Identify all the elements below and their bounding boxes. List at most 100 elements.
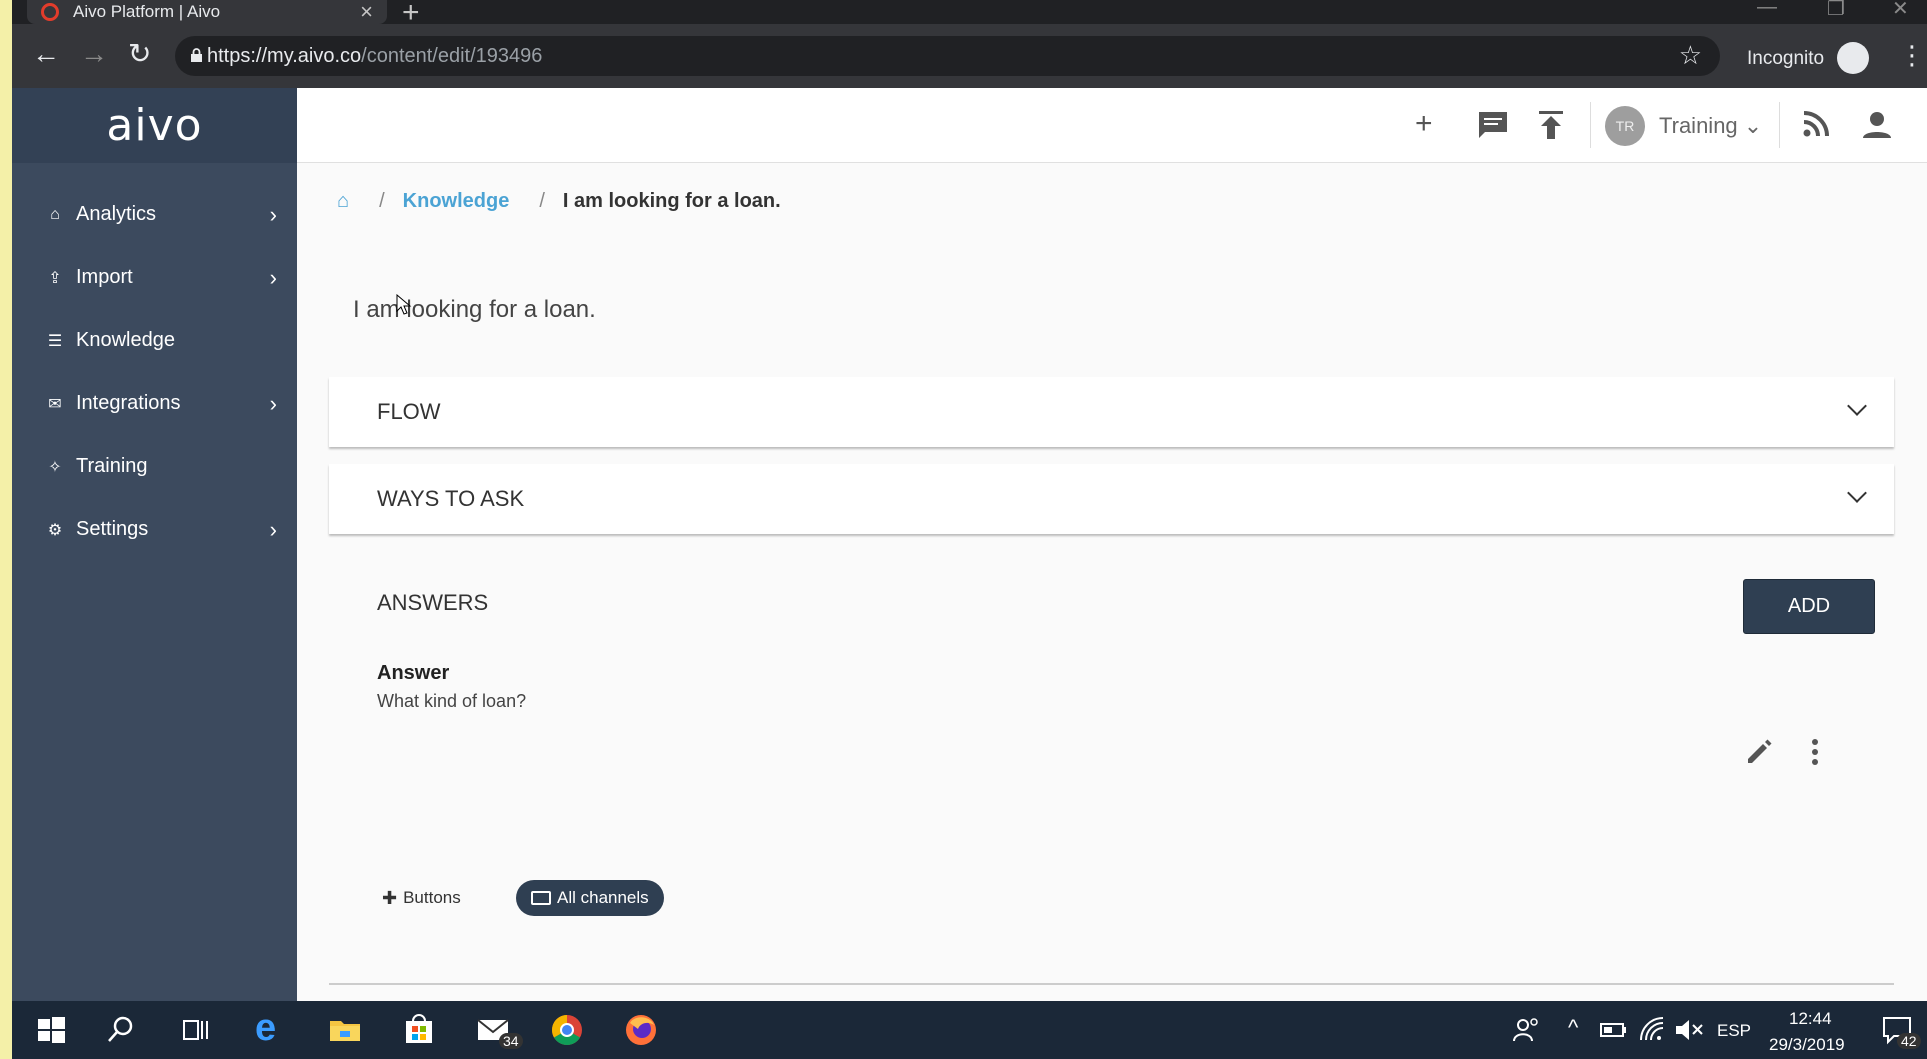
sidebar-item-knowledge[interactable]: ☰ Knowledge	[12, 309, 297, 372]
show-hidden-icons-icon[interactable]: ^	[1568, 1015, 1578, 1041]
divider	[329, 983, 1894, 985]
answer-text: What kind of loan?	[377, 691, 527, 711]
answer-label: Answer	[377, 662, 450, 684]
chat-icon[interactable]	[1477, 110, 1509, 140]
sidebar: aivo ⌂ Analytics › ⇪ Import › ☰ Knowledg…	[12, 88, 297, 1001]
chevron-right-icon: ›	[269, 516, 277, 542]
firefox-icon[interactable]	[624, 1013, 658, 1047]
clock-date[interactable]: 29/3/2019	[1769, 1035, 1845, 1055]
sidebar-item-label: Settings	[76, 518, 149, 540]
chevron-down-icon	[1847, 483, 1867, 503]
more-options-icon[interactable]	[1800, 737, 1830, 767]
browser-menu-icon[interactable]: ⋮	[1899, 40, 1925, 71]
sidebar-item-label: Import	[76, 266, 133, 288]
incognito-icon[interactable]	[1837, 42, 1869, 74]
forward-icon[interactable]: →	[80, 38, 108, 70]
volume-muted-icon[interactable]	[1672, 1013, 1706, 1047]
lock-icon	[191, 48, 202, 62]
sidebar-item-integrations[interactable]: ✉ Integrations ›	[12, 372, 297, 435]
pencil-icon[interactable]	[1744, 737, 1774, 767]
sidebar-item-label: Training	[76, 455, 148, 477]
breadcrumb-current: I am looking for a loan.	[562, 190, 781, 212]
sidebar-item-label: Integrations	[76, 392, 181, 414]
screen: Aivo Platform | Aivo × + — ❐ ✕ ← → ↻ htt…	[12, 0, 1927, 1059]
people-icon[interactable]	[1509, 1013, 1543, 1047]
url-path: /content/edit/193496	[361, 44, 543, 67]
chevron-right-icon: ›	[269, 390, 277, 416]
app-topbar: + TR Training ⌄	[297, 88, 1927, 163]
mouse-cursor-icon	[396, 294, 412, 315]
logo-area[interactable]: aivo	[12, 88, 297, 163]
project-name: Training	[1659, 113, 1738, 138]
windows-taskbar: e 34 ^ ESP 12:44 29/3/2019 42	[12, 1001, 1927, 1059]
home-icon[interactable]: ⌂	[337, 190, 349, 213]
flow-panel[interactable]: FLOW	[329, 377, 1894, 447]
home-icon: ⌂	[50, 205, 60, 223]
bookmark-star-icon[interactable]: ☆	[1679, 40, 1702, 71]
sidebar-item-training[interactable]: ✧ Training	[12, 435, 297, 498]
wifi-icon[interactable]	[1637, 1013, 1671, 1047]
sidebar-item-analytics[interactable]: ⌂ Analytics ›	[12, 183, 297, 246]
reload-icon[interactable]: ↻	[128, 38, 151, 70]
answers-title: ANSWERS	[377, 590, 489, 615]
search-icon[interactable]	[104, 1013, 138, 1047]
edge-icon[interactable]: e	[255, 1007, 289, 1049]
upload-icon: ⇪	[48, 269, 62, 287]
windows-start-icon[interactable]	[34, 1013, 68, 1047]
chevron-down-icon: ⌄	[1743, 113, 1763, 138]
store-icon[interactable]	[402, 1013, 436, 1047]
chevron-right-icon: ›	[269, 201, 277, 227]
all-channels-chip[interactable]: All channels	[516, 880, 664, 916]
user-icon[interactable]	[1862, 110, 1892, 140]
panel-label: WAYS TO ASK	[377, 486, 525, 511]
browser-toolbar: ← → ↻ https://my.aivo.co/content/edit/19…	[12, 24, 1927, 88]
task-view-icon[interactable]	[178, 1013, 212, 1047]
gear-icon: ⚙	[47, 521, 63, 539]
page-title[interactable]: I am looking for a loan.	[353, 296, 596, 324]
incognito-label: Incognito	[1747, 48, 1825, 69]
sidebar-item-import[interactable]: ⇪ Import ›	[12, 246, 297, 309]
avatar[interactable]: TR	[1605, 106, 1645, 146]
sidebar-item-settings[interactable]: ⚙ Settings ›	[12, 498, 297, 561]
devices-icon	[531, 891, 551, 905]
address-bar[interactable]: https://my.aivo.co/content/edit/193496 ☆	[175, 36, 1720, 76]
breadcrumb: ⌂ / Knowledge / I am looking for a loan.	[337, 190, 781, 213]
battery-icon[interactable]	[1597, 1013, 1631, 1047]
sidebar-item-label: Knowledge	[76, 329, 175, 351]
add-answer-button[interactable]: ADD	[1743, 579, 1875, 634]
add-icon[interactable]: +	[1415, 106, 1433, 142]
publish-icon[interactable]	[1537, 110, 1565, 140]
minimize-button[interactable]: —	[1757, 0, 1777, 19]
opera-favicon-icon	[41, 3, 59, 21]
tab-close-icon[interactable]: ×	[360, 0, 373, 25]
breadcrumb-separator: /	[379, 190, 385, 212]
browser-tab[interactable]: Aivo Platform | Aivo ×	[27, 0, 387, 24]
main-content: ⌂ / Knowledge / I am looking for a loan.…	[297, 163, 1927, 1001]
comments-icon: ✉	[48, 395, 62, 413]
chip-label: All channels	[557, 888, 649, 907]
puzzle-icon: ✚	[382, 887, 398, 908]
maximize-button[interactable]: ❐	[1827, 0, 1845, 21]
file-explorer-icon[interactable]	[328, 1013, 362, 1047]
topbar-divider	[1590, 102, 1591, 148]
close-window-button[interactable]: ✕	[1892, 0, 1909, 21]
list-icon: ☰	[47, 332, 63, 350]
panel-label: FLOW	[377, 399, 441, 424]
buttons-chip[interactable]: ✚ Buttons	[372, 880, 471, 916]
chrome-icon[interactable]	[550, 1013, 584, 1047]
url-host: https://my.aivo.co	[207, 44, 362, 67]
chevron-down-icon	[1847, 396, 1867, 416]
clock-time[interactable]: 12:44	[1789, 1009, 1832, 1029]
notification-count-badge: 42	[1897, 1033, 1921, 1049]
ways-to-ask-panel[interactable]: WAYS TO ASK	[329, 464, 1894, 534]
breadcrumb-separator: /	[539, 190, 545, 212]
chevron-right-icon: ›	[269, 264, 277, 290]
lightbulb-icon: ✧	[48, 458, 62, 476]
breadcrumb-knowledge-link[interactable]: Knowledge	[403, 190, 510, 213]
aivo-logo[interactable]: aivo	[106, 100, 202, 151]
project-selector[interactable]: Training ⌄	[1659, 113, 1762, 139]
tab-title: Aivo Platform | Aivo	[73, 2, 221, 21]
rss-icon[interactable]	[1802, 110, 1830, 138]
language-indicator[interactable]: ESP	[1717, 1021, 1751, 1041]
back-icon[interactable]: ←	[32, 38, 60, 70]
